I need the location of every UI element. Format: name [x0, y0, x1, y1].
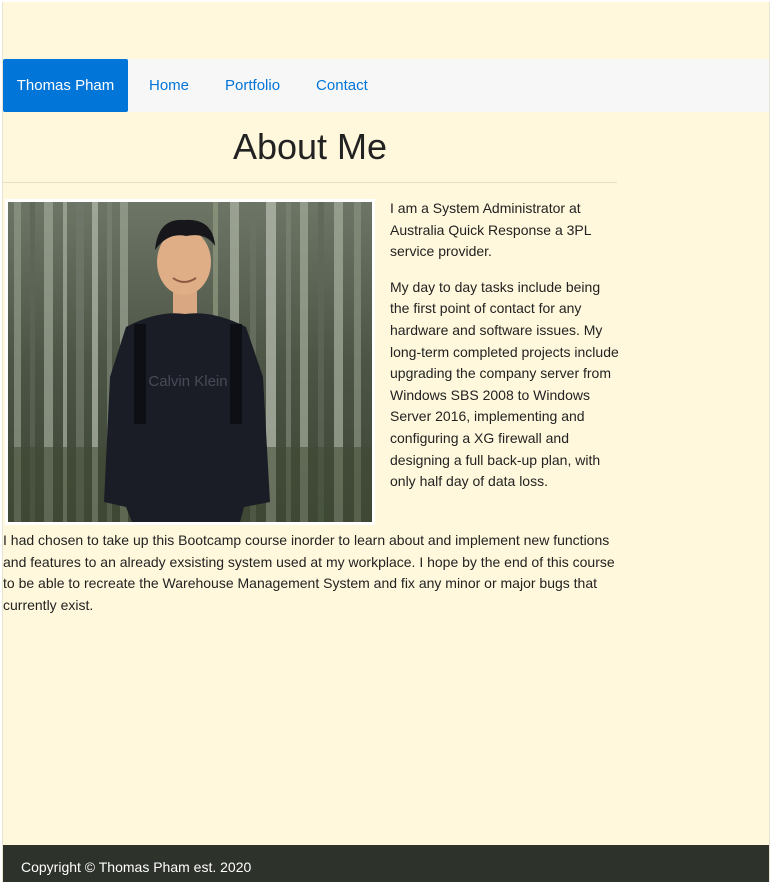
bootcamp-paragraph: I had chosen to take up this Bootcamp co… — [3, 532, 615, 613]
profile-photo: Calvin Klein — [5, 199, 375, 525]
page-title: About Me — [232, 126, 388, 167]
footer: Copyright © Thomas Pham est. 2020 — [3, 845, 769, 882]
tasks-paragraph: My day to day tasks include being the fi… — [390, 278, 619, 490]
intro-paragraph: I am a System Administrator at Australia… — [390, 200, 592, 260]
brand-link[interactable]: Thomas Pham — [3, 59, 128, 112]
navbar: Thomas Pham Home Portfolio Contact — [3, 59, 769, 112]
nav-link-portfolio[interactable]: Portfolio — [207, 59, 298, 112]
nav-link-contact[interactable]: Contact — [298, 59, 386, 112]
title-divider — [3, 182, 617, 183]
page: Thomas Pham Home Portfolio Contact About… — [2, 2, 770, 882]
copyright-text: Copyright © Thomas Pham est. 2020 — [21, 858, 252, 875]
intro-text: I am a System Administrator at Australia… — [390, 198, 622, 507]
profile-photo-image: Calvin Klein — [8, 202, 372, 522]
shirt-logo-text: Calvin Klein — [148, 373, 227, 390]
nav-link-home[interactable]: Home — [128, 59, 207, 112]
